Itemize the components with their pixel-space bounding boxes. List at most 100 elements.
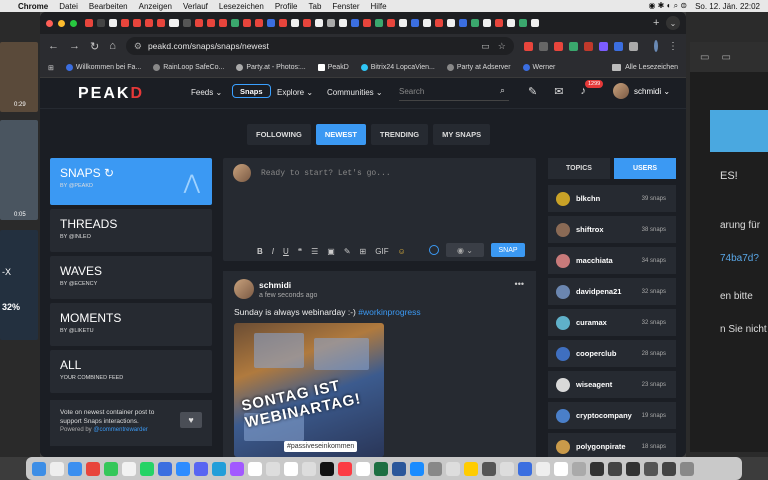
- messages-icon[interactable]: [104, 461, 118, 476]
- nav-feeds[interactable]: Feeds ⌄: [191, 88, 222, 97]
- user-row[interactable]: cryptocompany 19 snaps: [548, 402, 676, 429]
- tab-favicon[interactable]: [279, 19, 287, 27]
- more-options-icon[interactable]: •••: [515, 279, 524, 289]
- user-row[interactable]: wiseagent 23 snaps: [548, 371, 676, 398]
- menu-tab[interactable]: Tab: [309, 2, 322, 11]
- chrome-menu-icon[interactable]: ⋮: [668, 41, 678, 52]
- tab-following[interactable]: FOLLOWING: [247, 124, 311, 145]
- post-author[interactable]: schmidi: [259, 280, 291, 290]
- forward-arrow-icon[interactable]: →: [69, 40, 80, 52]
- calendar-icon[interactable]: [248, 461, 262, 476]
- chrome-icon[interactable]: [122, 461, 136, 476]
- gif-button[interactable]: GIF: [375, 247, 388, 256]
- tab-favicon[interactable]: [339, 19, 347, 27]
- tab-favicon[interactable]: [85, 19, 93, 27]
- bookmark-item[interactable]: Party.at - Photos:...: [236, 64, 306, 71]
- tab-favicon[interactable]: [207, 19, 215, 27]
- tab-favicon[interactable]: [507, 19, 515, 27]
- user-row[interactable]: blkchn 39 snaps: [548, 185, 676, 212]
- tab-favicon[interactable]: [375, 19, 383, 27]
- tab-my-snaps[interactable]: MY SNAPS: [433, 124, 491, 145]
- tv-icon[interactable]: [320, 461, 334, 476]
- tab-favicon[interactable]: [255, 19, 263, 27]
- install-app-icon[interactable]: ▭: [481, 41, 490, 52]
- peakd-logo[interactable]: PEAKD: [78, 85, 144, 103]
- search-field[interactable]: Search ⌕: [399, 82, 509, 101]
- brave-icon[interactable]: [86, 461, 100, 476]
- tab-favicon[interactable]: [423, 19, 431, 27]
- user-row[interactable]: davidpena21 32 snaps: [548, 278, 676, 305]
- feed-item-waves[interactable]: WAVES BY @ECENCY: [50, 256, 212, 299]
- tab-favicon[interactable]: [363, 19, 371, 27]
- safari-icon[interactable]: [68, 461, 82, 476]
- address-bar[interactable]: ⚙ ▭ ☆: [125, 37, 514, 55]
- bell-icon[interactable]: ♪: [580, 85, 586, 98]
- table-button[interactable]: ⊞: [360, 247, 367, 256]
- tab-favicon[interactable]: [97, 19, 105, 27]
- app-store-icon[interactable]: [410, 461, 424, 476]
- extension-icon[interactable]: [553, 41, 563, 51]
- tab-favicon[interactable]: [483, 19, 491, 27]
- chat-icon[interactable]: ✉: [554, 85, 563, 98]
- bookmark-item[interactable]: RainLoop SafeCo...: [153, 64, 224, 71]
- telegram-icon[interactable]: [212, 461, 226, 476]
- background-window[interactable]: ▭ ▭ ES! arung für 74ba7d? en bitte n Sie…: [690, 42, 768, 452]
- menu-file[interactable]: Datei: [59, 2, 78, 11]
- tab-favicon[interactable]: [231, 19, 239, 27]
- contacts-icon[interactable]: [266, 461, 280, 476]
- bookmark-item[interactable]: Bitrix24 LopcaVien...: [360, 64, 435, 71]
- tab-favicon[interactable]: [243, 19, 251, 27]
- finder-icon[interactable]: [32, 461, 46, 476]
- visibility-dropdown[interactable]: ◉ ⌄: [446, 243, 484, 257]
- avatar[interactable]: [234, 279, 254, 299]
- tab-favicon[interactable]: [351, 19, 359, 27]
- app-icon[interactable]: [536, 461, 550, 476]
- extension-icon[interactable]: [613, 41, 623, 51]
- user-row[interactable]: curamax 32 snaps: [548, 309, 676, 336]
- edit-pencil-icon[interactable]: ✎: [528, 85, 537, 98]
- search-icon[interactable]: ⌕: [500, 85, 505, 96]
- tab-favicon[interactable]: [267, 19, 275, 27]
- tab-search-icon[interactable]: ⌄: [666, 16, 680, 30]
- menu-clock[interactable]: So. 12. Jän. 22:02: [695, 2, 760, 11]
- discord-icon[interactable]: [194, 461, 208, 476]
- commentrewarder-link[interactable]: @commentrewarder: [93, 427, 147, 433]
- home-icon[interactable]: ⌂: [109, 40, 116, 52]
- apps-grid-icon[interactable]: ⊞: [48, 64, 54, 72]
- settings-icon[interactable]: [428, 461, 442, 476]
- nav-snaps[interactable]: Snaps: [232, 84, 271, 98]
- tab-favicon[interactable]: [145, 19, 153, 27]
- tab-favicon[interactable]: [471, 19, 479, 27]
- tab-favicon[interactable]: [495, 19, 503, 27]
- tab-favicon[interactable]: [109, 19, 117, 27]
- bookmark-star-icon[interactable]: ☆: [498, 41, 506, 52]
- nav-explore[interactable]: Explore ⌄: [277, 88, 313, 97]
- music-icon[interactable]: [338, 461, 352, 476]
- url-input[interactable]: [147, 41, 476, 51]
- zoom-window-button[interactable]: [70, 19, 77, 27]
- all-bookmarks-button[interactable]: Alle Lesezeichen: [612, 64, 678, 71]
- preview-icon[interactable]: [446, 461, 460, 476]
- launchpad-icon[interactable]: [50, 461, 64, 476]
- user-row[interactable]: polygonpirate 18 snaps: [548, 433, 676, 457]
- tab-favicon[interactable]: [195, 19, 203, 27]
- menu-history[interactable]: Verlauf: [183, 2, 208, 11]
- excel-icon[interactable]: [374, 461, 388, 476]
- bold-button[interactable]: B: [257, 247, 263, 256]
- tab-favicon[interactable]: [121, 19, 129, 27]
- menu-profiles[interactable]: Profile: [275, 2, 298, 11]
- minimize-window-button[interactable]: [58, 19, 65, 27]
- minimized-window[interactable]: [590, 461, 604, 476]
- app-icon[interactable]: [230, 461, 244, 476]
- tab-favicon[interactable]: [303, 19, 311, 27]
- new-tab-button[interactable]: +: [653, 17, 659, 29]
- snap-submit-button[interactable]: SNAP: [491, 243, 525, 257]
- app-icon[interactable]: [482, 461, 496, 476]
- menu-window[interactable]: Fenster: [332, 2, 359, 11]
- menu-help[interactable]: Hilfe: [371, 2, 387, 11]
- menu-bookmarks[interactable]: Lesezeichen: [219, 2, 264, 11]
- tab-trending[interactable]: TRENDING: [370, 124, 429, 145]
- quote-button[interactable]: ❝: [298, 247, 302, 256]
- window-thumbnail[interactable]: [0, 230, 38, 340]
- emoji-button[interactable]: ☺: [398, 247, 406, 256]
